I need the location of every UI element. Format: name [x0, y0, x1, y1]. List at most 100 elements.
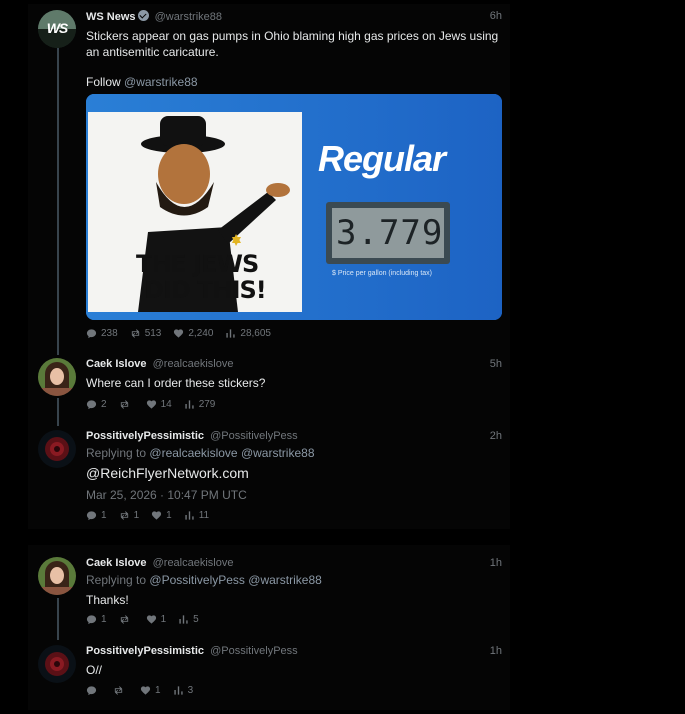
- retweet-button[interactable]: 513: [130, 327, 162, 339]
- author-handle[interactable]: @realcaekislove: [153, 557, 234, 569]
- like-count: 1: [155, 684, 161, 696]
- tweet-reply-caek-1[interactable]: Caek Islove @realcaekislove 5h Where can…: [38, 358, 502, 414]
- views-button[interactable]: 279: [184, 398, 216, 410]
- tweet-stats: 2 14 279: [86, 397, 227, 411]
- tweet-ws-news[interactable]: WS WS News @warstrike88 6h Stickers appe…: [38, 10, 502, 350]
- retweet-button[interactable]: 1: [119, 510, 139, 521]
- tweet-stats: 238 513 2,240 28,605: [86, 326, 283, 340]
- views-count: 11: [198, 509, 210, 521]
- like-button[interactable]: 14: [146, 399, 172, 410]
- tweet-date[interactable]: Mar 25, 2026 · 10:47 PM UTC: [86, 488, 247, 502]
- replying-link[interactable]: @warstrike88: [241, 446, 315, 460]
- tweet-time[interactable]: 2h: [490, 430, 502, 442]
- tweet-header: Caek Islove @realcaekislove: [86, 358, 502, 374]
- pump-caption: $ Price per gallon (including tax): [332, 270, 432, 277]
- reply-button[interactable]: 238: [86, 328, 118, 339]
- tweet-time[interactable]: 5h: [490, 358, 502, 370]
- author-name[interactable]: Caek Islove: [86, 358, 147, 370]
- replying-link[interactable]: @warstrike88: [248, 573, 322, 587]
- reply-count: 1: [101, 613, 107, 625]
- replying-to: Replying to @PossitivelyPess @warstrike8…: [86, 573, 322, 587]
- author-handle[interactable]: @PossitivelyPess: [210, 645, 298, 657]
- retweet-button[interactable]: [119, 399, 134, 410]
- retweet-icon: [119, 399, 130, 410]
- like-button[interactable]: 2,240: [173, 328, 213, 339]
- verified-badge-icon: [137, 10, 149, 21]
- avatar[interactable]: [38, 430, 76, 468]
- follow-line: Follow @warstrike88: [86, 74, 502, 90]
- retweet-button[interactable]: [113, 685, 128, 696]
- follow-link[interactable]: @warstrike88: [124, 75, 198, 89]
- pump-price: 3.779: [336, 213, 444, 253]
- views-icon: [184, 399, 195, 410]
- views-count: 5: [193, 613, 199, 625]
- views-icon: [184, 510, 195, 521]
- like-button[interactable]: 1: [140, 685, 161, 696]
- like-count: 14: [160, 398, 172, 410]
- tweet-text: Stickers appear on gas pumps in Ohio bla…: [86, 29, 499, 59]
- tweet-header: Caek Islove @realcaekislove: [86, 557, 502, 573]
- tweet-reply-caek-2[interactable]: Caek Islove @realcaekislove 1h Replying …: [38, 557, 502, 629]
- views-button[interactable]: 3: [173, 684, 194, 696]
- heart-icon: [151, 510, 162, 521]
- tweet-time[interactable]: 1h: [490, 557, 502, 569]
- tweet-reply-possitively-1[interactable]: PossitivelyPessimistic @PossitivelyPess …: [38, 430, 502, 524]
- reply-icon: [86, 685, 97, 696]
- avatar[interactable]: WS: [38, 10, 76, 48]
- heart-icon: [140, 685, 151, 696]
- views-button[interactable]: 28,605: [225, 328, 271, 339]
- author-name[interactable]: WS News: [86, 11, 136, 23]
- views-icon: [178, 614, 189, 625]
- tweet-reply-possitively-2[interactable]: PossitivelyPessimistic @PossitivelyPess …: [38, 645, 502, 700]
- tweet-image[interactable]: THE JEWS DID THIS! Regular 3.779 $ Price…: [86, 94, 502, 320]
- views-icon: [173, 685, 184, 696]
- avatar-logo-text: WS: [46, 20, 69, 36]
- pump-price-display: 3.779: [326, 202, 450, 264]
- reply-icon: [86, 399, 97, 410]
- reply-button[interactable]: 2: [86, 399, 107, 410]
- author-handle[interactable]: @realcaekislove: [153, 358, 234, 370]
- avatar[interactable]: [38, 645, 76, 683]
- author-name[interactable]: PossitivelyPessimistic: [86, 430, 204, 442]
- replying-prefix: Replying to: [86, 573, 147, 587]
- reply-count: 1: [101, 509, 107, 521]
- heart-icon: [146, 614, 157, 625]
- sticker-text-1: THE JEWS: [136, 250, 259, 278]
- retweet-icon: [130, 328, 141, 339]
- like-button[interactable]: 1: [146, 614, 166, 625]
- replying-link[interactable]: @realcaekislove: [149, 446, 237, 460]
- author-name[interactable]: PossitivelyPessimistic: [86, 645, 204, 657]
- views-button[interactable]: 5: [178, 614, 199, 625]
- avatar[interactable]: [38, 557, 76, 595]
- reply-button[interactable]: 1: [86, 510, 107, 521]
- tweet-text: Where can I order these stickers?: [86, 376, 266, 390]
- replying-link[interactable]: @PossitivelyPess: [149, 573, 245, 587]
- tweet-header: PossitivelyPessimistic @PossitivelyPess: [86, 430, 502, 446]
- avatar[interactable]: [38, 358, 76, 396]
- tweet-time[interactable]: 6h: [490, 10, 502, 22]
- like-button[interactable]: 1: [151, 510, 172, 521]
- retweet-count: 513: [144, 327, 162, 339]
- views-count: 3: [187, 684, 194, 696]
- tweet-text: @ReichFlyerNetwork.com: [86, 465, 249, 481]
- reply-count: 238: [101, 327, 118, 339]
- reply-icon: [86, 510, 97, 521]
- retweet-button[interactable]: [119, 614, 134, 625]
- sticker: THE JEWS DID THIS!: [88, 112, 302, 312]
- author-name[interactable]: Caek Islove: [86, 557, 147, 569]
- retweet-icon: [113, 685, 124, 696]
- views-count: 279: [198, 398, 216, 410]
- replying-to: Replying to @realcaekislove @warstrike88: [86, 446, 315, 460]
- tweet-time[interactable]: 1h: [490, 645, 502, 657]
- reply-button[interactable]: [86, 685, 101, 696]
- sticker-text-2: DID THIS!: [144, 276, 267, 304]
- reply-button[interactable]: 1: [86, 614, 107, 625]
- tweet-stats: 1 1 5: [86, 612, 211, 626]
- heart-icon: [173, 328, 184, 339]
- retweet-icon: [119, 510, 130, 521]
- views-button[interactable]: 11: [184, 510, 209, 521]
- author-handle[interactable]: @PossitivelyPess: [210, 430, 298, 442]
- follow-prefix: Follow: [86, 75, 121, 89]
- views-icon: [225, 328, 236, 339]
- author-handle[interactable]: @warstrike88: [155, 11, 222, 23]
